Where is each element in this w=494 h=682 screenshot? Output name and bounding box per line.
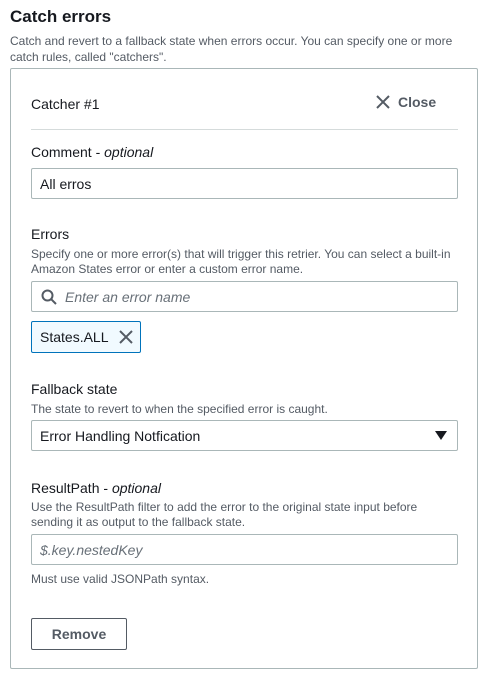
resultpath-input[interactable]: [31, 534, 458, 565]
error-token: States.ALL: [31, 321, 141, 353]
search-icon: [41, 289, 57, 305]
errors-help: Specify one or more error(s) that will t…: [31, 247, 451, 276]
section-title: Catch errors: [10, 7, 112, 26]
resultpath-help: Use the ResultPath filter to add the err…: [31, 500, 418, 529]
optional-tag: optional: [104, 144, 154, 160]
caret-down-icon: [435, 430, 447, 441]
comment-label-text: Comment: [31, 144, 92, 160]
catcher-title: Catcher #1: [31, 96, 100, 112]
resultpath-label-text: ResultPath: [31, 480, 100, 496]
comment-label-separator: -: [91, 144, 105, 160]
resultpath-label: ResultPath - optional: [31, 480, 161, 496]
section-description: Catch and revert to a fallback state whe…: [10, 34, 453, 64]
fallback-selected-value: Error Handling Notfication: [40, 427, 201, 444]
x-icon[interactable]: [118, 330, 133, 344]
fallback-help: The state to revert to when the specifie…: [31, 402, 328, 416]
close-button-label: Close: [398, 94, 437, 110]
fallback-label: Fallback state: [31, 381, 118, 397]
resultpath-label-separator: -: [99, 480, 112, 496]
resultpath-hint: Must use valid JSONPath syntax.: [31, 572, 210, 586]
fallback-state-select[interactable]: Error Handling Notfication: [31, 420, 458, 451]
optional-tag: optional: [111, 480, 161, 496]
remove-button[interactable]: Remove: [31, 618, 127, 650]
error-token-label: States.ALL: [40, 329, 109, 345]
close-button[interactable]: Close: [376, 94, 436, 110]
comment-label: Comment - optional: [31, 144, 153, 160]
error-search-input[interactable]: [63, 287, 457, 306]
error-search-field[interactable]: [31, 281, 458, 312]
comment-input[interactable]: [31, 168, 458, 199]
divider: [31, 129, 458, 130]
errors-label: Errors: [31, 226, 70, 242]
x-icon: [376, 95, 390, 109]
